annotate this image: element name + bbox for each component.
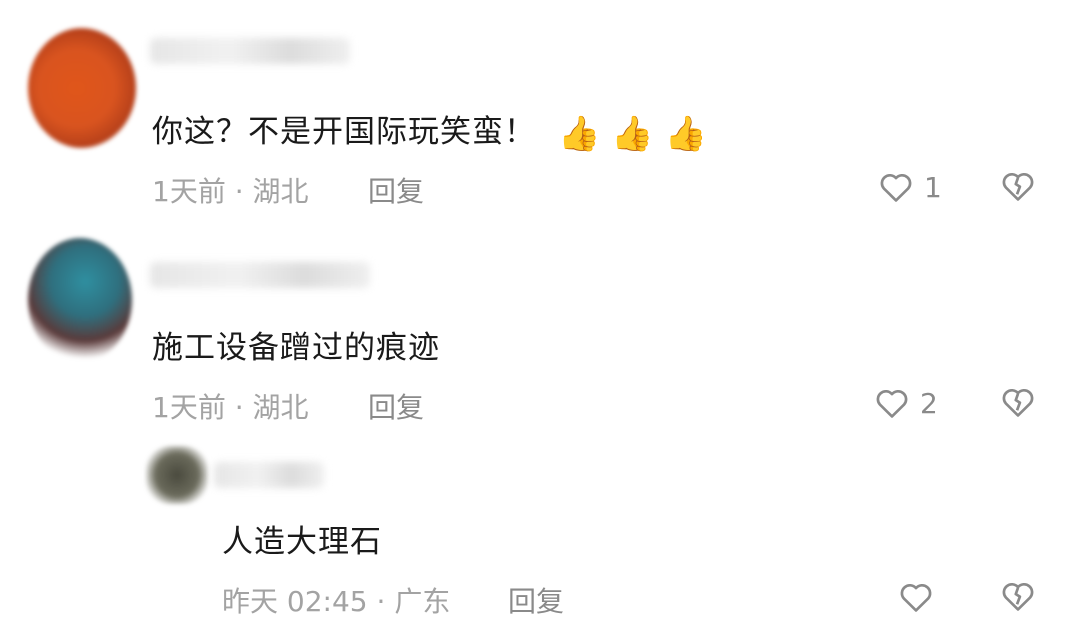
like-count: 2 <box>920 386 938 420</box>
heart-outline-icon <box>876 389 908 418</box>
comment-meta: 1天前 · 湖北 <box>152 170 309 210</box>
heart-outline-icon <box>880 173 912 202</box>
dislike-button[interactable] <box>998 167 1038 205</box>
thumbs-up-emoji: 👍 <box>558 113 602 154</box>
meta-separator: · <box>234 391 244 424</box>
comment-text: 人造大理石 <box>222 524 382 560</box>
user-avatar[interactable] <box>28 28 136 148</box>
username-redacted[interactable] <box>214 462 324 488</box>
heart-outline-icon <box>900 583 932 612</box>
like-button[interactable] <box>896 578 936 616</box>
reply-button[interactable]: 回复 <box>508 580 564 620</box>
comment-meta: 1天前 · 湖北 <box>152 386 309 426</box>
broken-heart-icon <box>1002 172 1034 201</box>
emoji-group: 👍 👍 👍 <box>558 117 708 151</box>
thumbs-up-emoji: 👍 <box>611 113 655 154</box>
comment-time: 昨天 02:45 <box>222 585 368 618</box>
broken-heart-icon <box>1002 582 1034 611</box>
thumbs-up-emoji: 👍 <box>664 113 709 154</box>
username-redacted[interactable] <box>150 262 370 288</box>
comment-location: 广东 <box>394 585 451 618</box>
like-count: 1 <box>924 170 942 204</box>
comment-text: 施工设备蹭过的痕迹 <box>152 330 440 366</box>
reply-button[interactable]: 回复 <box>368 170 424 210</box>
user-avatar[interactable] <box>28 238 132 362</box>
comment-time: 1天前 <box>152 391 226 424</box>
meta-separator: · <box>234 175 244 208</box>
reply-button[interactable]: 回复 <box>368 386 424 426</box>
dislike-button[interactable] <box>998 383 1038 421</box>
username-redacted[interactable] <box>150 38 350 64</box>
comment-text: 你这？不是开国际玩笑蛮！ 👍 👍 👍 <box>152 113 709 154</box>
dislike-button[interactable] <box>998 577 1038 615</box>
meta-separator: · <box>376 585 386 618</box>
broken-heart-icon <box>1002 388 1034 417</box>
like-button[interactable]: 1 <box>876 168 942 206</box>
like-button[interactable]: 2 <box>872 384 938 422</box>
user-avatar[interactable] <box>146 446 208 504</box>
comment-location: 湖北 <box>252 175 309 208</box>
comment-location: 湖北 <box>252 391 309 424</box>
comment-time: 1天前 <box>152 175 226 208</box>
comment-meta: 昨天 02:45 · 广东 <box>222 580 450 620</box>
